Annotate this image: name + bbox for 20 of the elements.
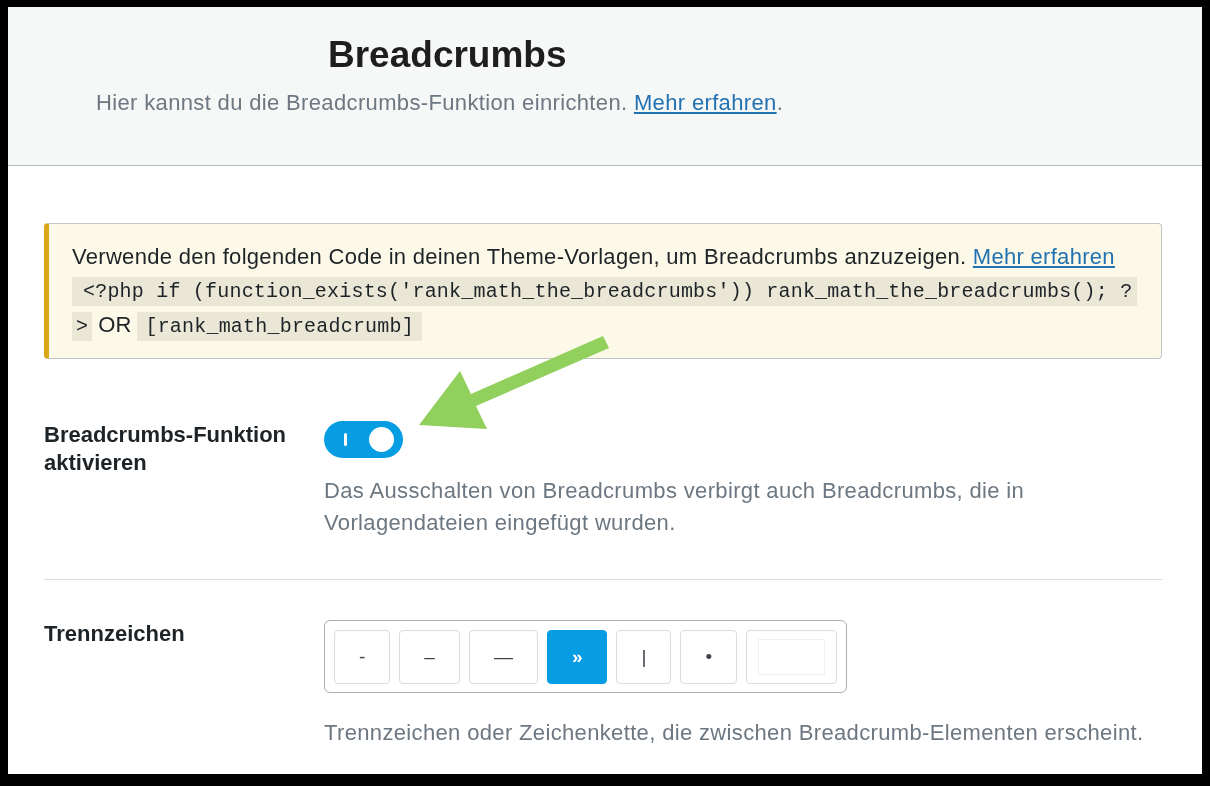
learn-more-link[interactable]: Mehr erfahren	[972, 244, 1115, 269]
separator-option[interactable]: •	[680, 629, 738, 684]
separator-option[interactable]: |	[616, 629, 672, 684]
setting-label: Breadcrumbs-Funktion aktivieren	[44, 421, 288, 477]
custom-separator-option[interactable]	[746, 629, 838, 684]
header-description: Hier kannst du die Breadcrumbs-Funktion einrichten. Mehr erfahren.	[96, 89, 784, 117]
or-text: OR	[98, 312, 132, 337]
shortcode-snippet: [rank_math_breadcrumb]	[137, 312, 422, 341]
setting-label: Trennzeichen	[44, 620, 186, 648]
toggle-switch[interactable]	[324, 421, 403, 458]
code-snippet: >	[72, 312, 93, 341]
setting-description: Das Ausschalten von Breadcrumbs verbirgt auch Breadcrumbs, die in Vorlagendateien eingefügt wurden.	[324, 477, 1026, 537]
learn-more-link[interactable]: Mehr erfahren	[633, 90, 777, 115]
setting-description: Trennzeichen oder Zeichenkette, die zwischen Breadcrumb-Elementen erscheint.	[324, 719, 1144, 747]
separator-option[interactable]: —	[468, 629, 538, 684]
notice-text: Verwende den folgenden Code in deinen Theme-Vorlagen, um Breadcrumbs anzuzeigen. Mehr erfahren	[72, 243, 1116, 271]
code-snippet: <?php if (function_exists('rank_math_the_breadcrumbs')) rank_math_the_breadcrumbs(); ?	[72, 277, 1138, 306]
separator-option[interactable]: -	[334, 629, 391, 684]
page-title: Breadcrumbs	[328, 33, 567, 77]
separator-option[interactable]: –	[399, 629, 460, 684]
